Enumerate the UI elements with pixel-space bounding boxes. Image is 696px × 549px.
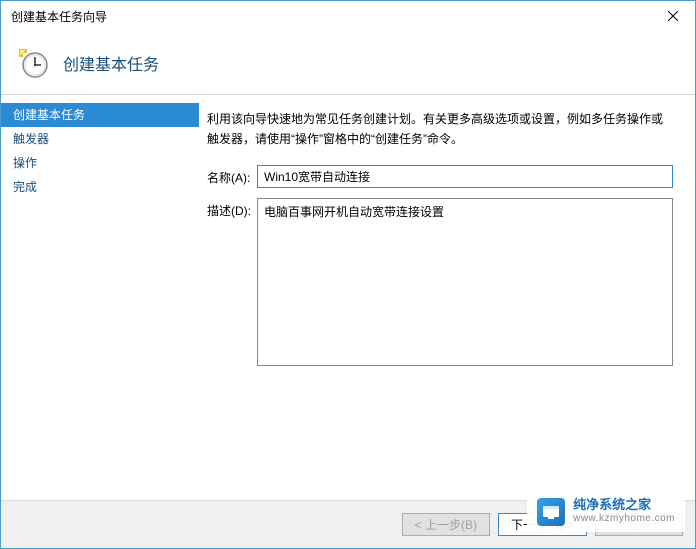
cancel-button[interactable]: 取消 (595, 513, 683, 536)
step-finish[interactable]: 完成 (1, 175, 199, 199)
step-trigger[interactable]: 触发器 (1, 127, 199, 151)
content-panel: 利用该向导快速地为常见任务创建计划。有关更多高级选项或设置，例如多任务操作或触发… (199, 95, 695, 500)
description-row: 描述(D): (207, 198, 673, 369)
close-button[interactable] (651, 1, 695, 31)
footer: < 上一步(B) 下一步(N) > 取消 (1, 500, 695, 548)
description-textarea[interactable] (257, 198, 673, 366)
back-button[interactable]: < 上一步(B) (402, 513, 490, 536)
step-action[interactable]: 操作 (1, 151, 199, 175)
close-icon (668, 11, 678, 21)
body: 创建基本任务 触发器 操作 完成 利用该向导快速地为常见任务创建计划。有关更多高… (1, 95, 695, 500)
window-title: 创建基本任务向导 (11, 8, 651, 25)
description-label: 描述(D): (207, 198, 257, 219)
titlebar: 创建基本任务向导 (1, 1, 695, 31)
task-clock-icon (17, 47, 49, 79)
page-title: 创建基本任务 (63, 51, 159, 75)
step-create-basic-task[interactable]: 创建基本任务 (1, 103, 199, 127)
step-sidebar: 创建基本任务 触发器 操作 完成 (1, 95, 199, 500)
intro-text: 利用该向导快速地为常见任务创建计划。有关更多高级选项或设置，例如多任务操作或触发… (207, 109, 673, 149)
name-row: 名称(A): (207, 165, 673, 188)
wizard-window: 创建基本任务向导 创建基本任务 创建基本任务 触发器 操作 完成 (0, 0, 696, 549)
next-button[interactable]: 下一步(N) > (498, 513, 587, 536)
header: 创建基本任务 (1, 31, 695, 95)
name-label: 名称(A): (207, 165, 257, 186)
name-input[interactable] (257, 165, 673, 188)
